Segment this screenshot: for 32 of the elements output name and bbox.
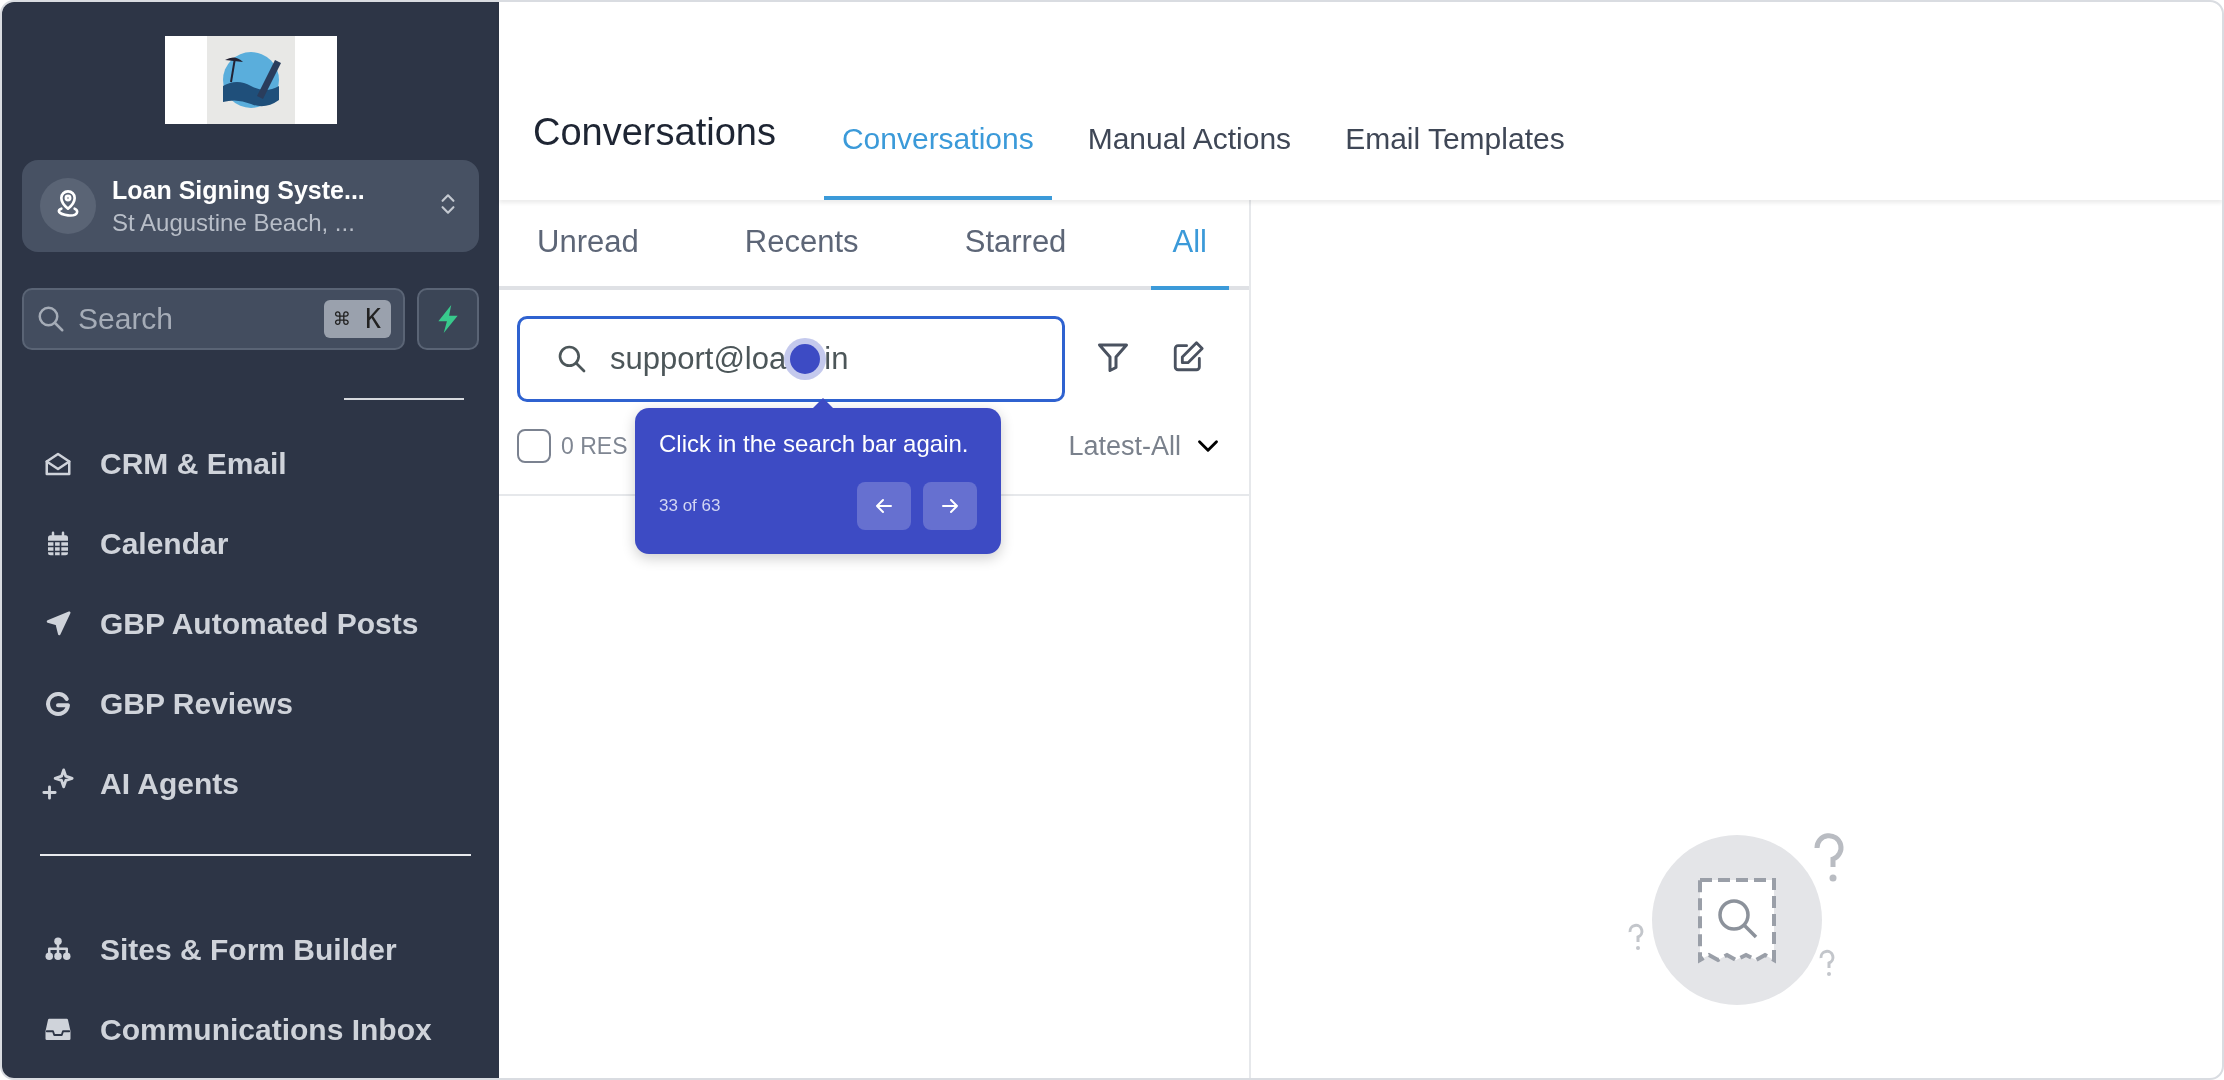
filter-tab[interactable]: Unread xyxy=(515,224,661,290)
filter-tab[interactable]: Recents xyxy=(722,224,881,290)
step-counter: 33 of 63 xyxy=(659,496,722,516)
sidebar-item[interactable]: Calendar xyxy=(40,504,479,584)
page-title: Conversations xyxy=(533,111,776,154)
sidebar-item[interactable]: GBP Automated Posts xyxy=(40,584,479,664)
sort-dropdown[interactable]: Latest-All xyxy=(1068,430,1181,462)
results-count: 0 RES xyxy=(561,432,628,460)
shortcut-key: ⌘ K xyxy=(324,300,391,338)
sidebar-item[interactable]: Communications Inbox xyxy=(40,990,479,1070)
account-switcher[interactable]: Loan Signing Syste... St Augustine Beach, ... xyxy=(22,160,479,252)
tooltip-text: Click in the search bar again. xyxy=(659,430,970,458)
previous-button[interactable] xyxy=(857,482,911,530)
search-icon xyxy=(36,304,66,334)
search-field[interactable]: support@loa in xyxy=(517,316,1065,402)
next-button[interactable] xyxy=(923,482,977,530)
sidebar-item[interactable]: Sites & Form Builder xyxy=(40,910,479,990)
search-field[interactable]: Search ⌘ K xyxy=(22,288,405,350)
sparkle-plus-icon xyxy=(40,767,76,801)
sidebar-item[interactable]: AI Agents xyxy=(40,744,479,824)
edit-icon xyxy=(1171,340,1205,374)
quick-action-button[interactable] xyxy=(417,288,479,350)
search-icon xyxy=(556,343,588,375)
sidebar-item[interactable]: CRM & Email xyxy=(40,424,479,504)
account-name: Loan Signing Syste... xyxy=(112,175,366,205)
tab[interactable]: Manual Actions xyxy=(1069,122,1310,200)
filter-tab[interactable]: Starred xyxy=(942,224,1089,290)
sidebar-item[interactable]: GBP Reviews xyxy=(40,664,479,744)
account-location: St Augustine Beach, ... xyxy=(112,208,356,237)
click-indicator xyxy=(790,344,821,374)
select-all-checkbox[interactable] xyxy=(517,429,551,463)
tab[interactable]: Email Templates xyxy=(1327,122,1583,200)
